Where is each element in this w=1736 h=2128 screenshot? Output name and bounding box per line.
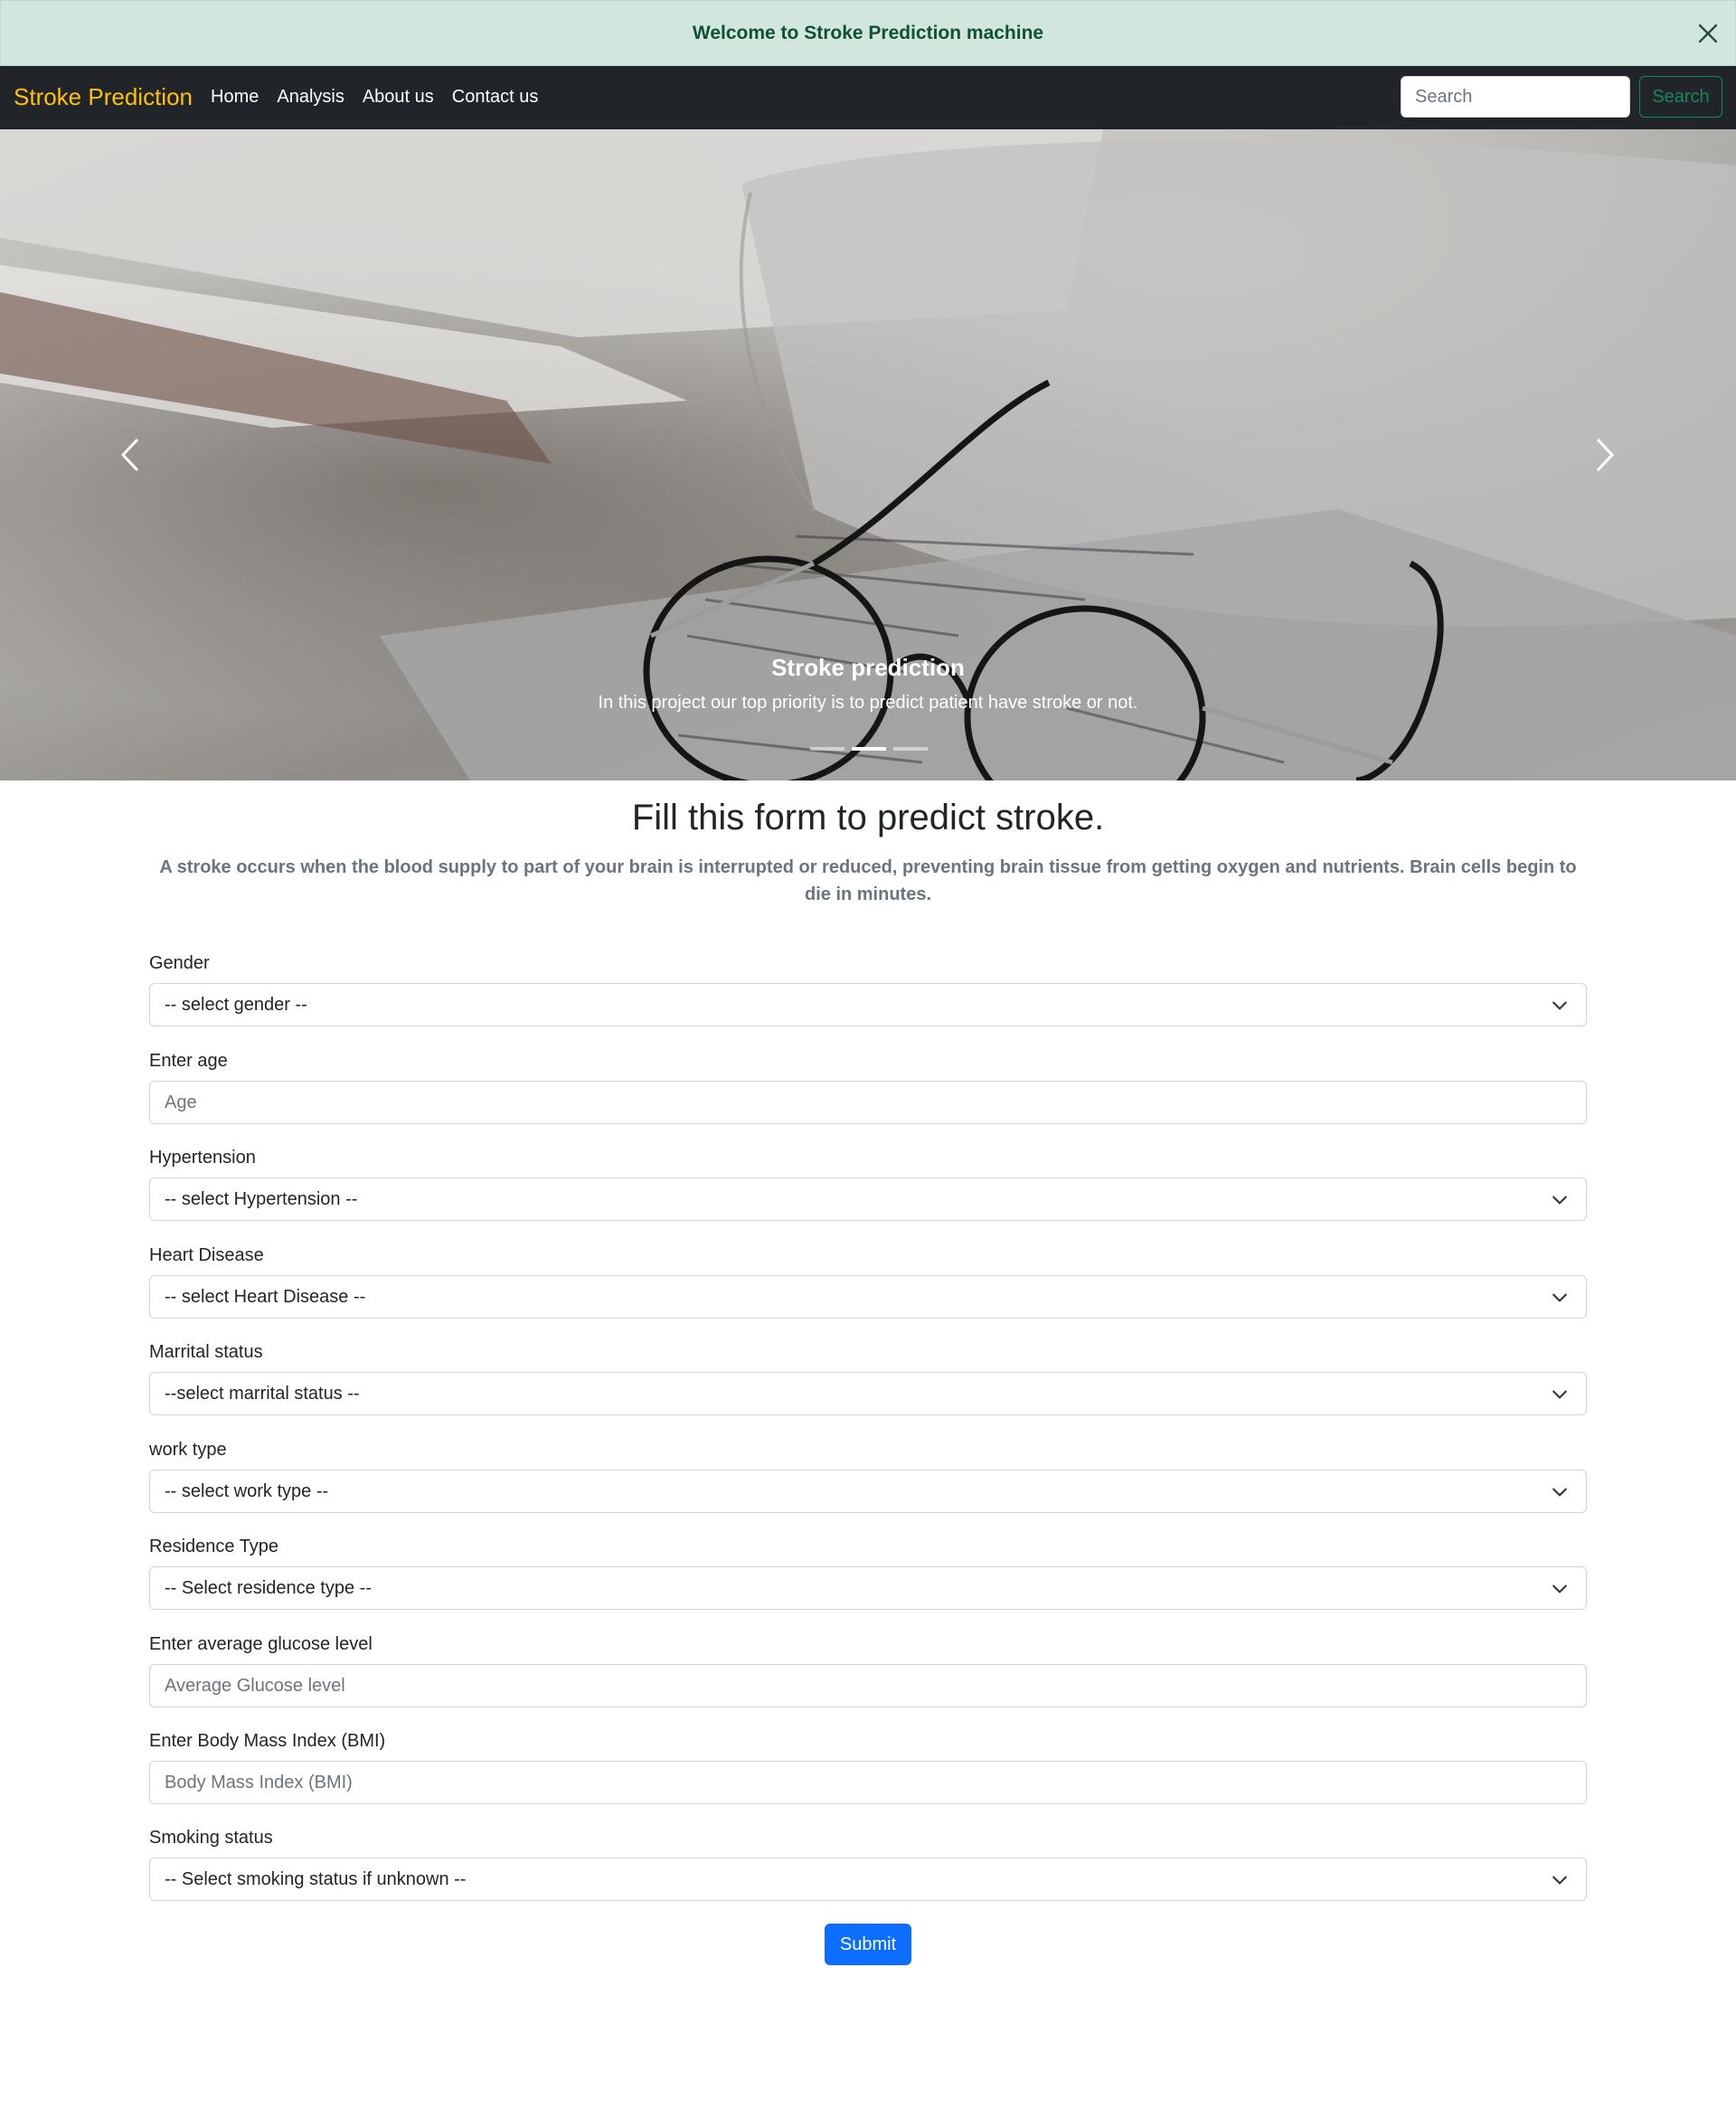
marital-status-select-value: --select marrital status -- <box>165 1383 360 1404</box>
search-button[interactable]: Search <box>1639 76 1722 118</box>
bmi-input-placeholder: Body Mass Index (BMI) <box>165 1772 353 1792</box>
work-type-select-value: -- select work type -- <box>165 1480 329 1501</box>
work-type-field: work type -- select work type -- <box>149 1440 1587 1513</box>
hypertension-label: Hypertension <box>149 1148 256 1168</box>
heart-disease-label: Heart Disease <box>149 1245 264 1265</box>
heart-disease-field: Heart Disease -- select Heart Disease -- <box>149 1245 1587 1319</box>
residence-type-field: Residence Type -- Select residence type … <box>149 1537 1587 1610</box>
marital-status-select[interactable]: --select marrital status -- <box>149 1372 1587 1415</box>
carousel-indicator-active[interactable] <box>852 747 886 751</box>
heart-disease-select-value: -- select Heart Disease -- <box>165 1286 366 1307</box>
nav-link-contact[interactable]: Contact us <box>452 87 539 108</box>
residence-type-select[interactable]: -- Select residence type -- <box>149 1566 1587 1610</box>
marital-status-field: Marrital status --select marrital status… <box>149 1342 1587 1415</box>
glucose-field: Enter average glucose level Average Gluc… <box>149 1634 1587 1707</box>
nav-links: Home Analysis About us Contact us <box>211 87 538 108</box>
hypertension-select[interactable]: -- select Hypertension -- <box>149 1177 1587 1221</box>
work-type-select[interactable]: -- select work type -- <box>149 1470 1587 1513</box>
top-navbar: Stroke Prediction Home Analysis About us… <box>0 66 1736 129</box>
welcome-alert: Welcome to Stroke Prediction machine <box>0 0 1736 66</box>
brand-link[interactable]: Stroke Prediction <box>14 83 193 111</box>
chevron-left-icon <box>120 438 139 472</box>
gender-field: Gender -- select gender -- <box>149 953 1587 1026</box>
age-input[interactable]: Age <box>149 1081 1587 1124</box>
carousel-indicator[interactable] <box>810 747 844 751</box>
nav-link-home[interactable]: Home <box>211 87 259 108</box>
submit-button[interactable]: Submit <box>825 1924 911 1965</box>
carousel-indicator[interactable] <box>893 747 928 751</box>
smoking-status-select-value: -- Select smoking status if unknown -- <box>165 1868 467 1889</box>
chevron-right-icon <box>1596 438 1615 472</box>
carousel-indicators <box>810 747 928 751</box>
hypertension-field: Hypertension -- select Hypertension -- <box>149 1148 1587 1221</box>
age-label: Enter age <box>149 1051 228 1071</box>
chevron-down-icon <box>1552 1001 1567 1010</box>
form-title: Fill this form to predict stroke. <box>631 798 1105 837</box>
work-type-label: work type <box>149 1440 227 1460</box>
hero-carousel: Stroke prediction In this project our to… <box>0 129 1736 780</box>
chevron-down-icon <box>1552 1584 1567 1594</box>
chevron-down-icon <box>1552 1196 1567 1205</box>
form-description: A stroke occurs when the blood supply to… <box>159 857 1577 904</box>
smoking-status-label: Smoking status <box>149 1828 273 1848</box>
hero-image <box>0 129 1736 780</box>
chevron-down-icon <box>1552 1390 1567 1399</box>
chevron-down-icon <box>1552 1876 1567 1885</box>
bmi-input[interactable]: Body Mass Index (BMI) <box>149 1761 1587 1804</box>
chevron-down-icon <box>1552 1293 1567 1302</box>
hypertension-select-value: -- select Hypertension -- <box>165 1188 358 1209</box>
bmi-label: Enter Body Mass Index (BMI) <box>149 1731 386 1751</box>
search-input[interactable] <box>1401 76 1630 118</box>
age-field: Enter age Age <box>149 1051 1587 1124</box>
heart-disease-select[interactable]: -- select Heart Disease -- <box>149 1275 1587 1319</box>
close-icon[interactable] <box>1694 19 1722 48</box>
residence-type-label: Residence Type <box>149 1537 279 1556</box>
carousel-prev-button[interactable] <box>103 401 157 509</box>
alert-message: Welcome to Stroke Prediction machine <box>692 22 1044 43</box>
carousel-caption-text: In this project our top priority is to p… <box>598 693 1138 713</box>
bmi-field: Enter Body Mass Index (BMI) Body Mass In… <box>149 1731 1587 1804</box>
chevron-down-icon <box>1552 1488 1567 1497</box>
age-input-placeholder: Age <box>165 1092 197 1112</box>
gender-select-value: -- select gender -- <box>165 994 307 1015</box>
glucose-label: Enter average glucose level <box>149 1634 373 1654</box>
glucose-input-placeholder: Average Glucose level <box>165 1675 345 1696</box>
residence-type-select-value: -- Select residence type -- <box>165 1577 372 1598</box>
smoking-status-select[interactable]: -- Select smoking status if unknown -- <box>149 1858 1587 1901</box>
nav-link-about[interactable]: About us <box>363 87 434 108</box>
carousel-next-button[interactable] <box>1578 401 1632 509</box>
marital-status-label: Marrital status <box>149 1342 263 1362</box>
carousel-caption-title: Stroke prediction <box>771 654 965 681</box>
gender-select[interactable]: -- select gender -- <box>149 983 1587 1026</box>
smoking-status-field: Smoking status -- Select smoking status … <box>149 1828 1587 1901</box>
glucose-input[interactable]: Average Glucose level <box>149 1664 1587 1707</box>
nav-link-analysis[interactable]: Analysis <box>277 87 344 108</box>
gender-label: Gender <box>149 953 210 973</box>
